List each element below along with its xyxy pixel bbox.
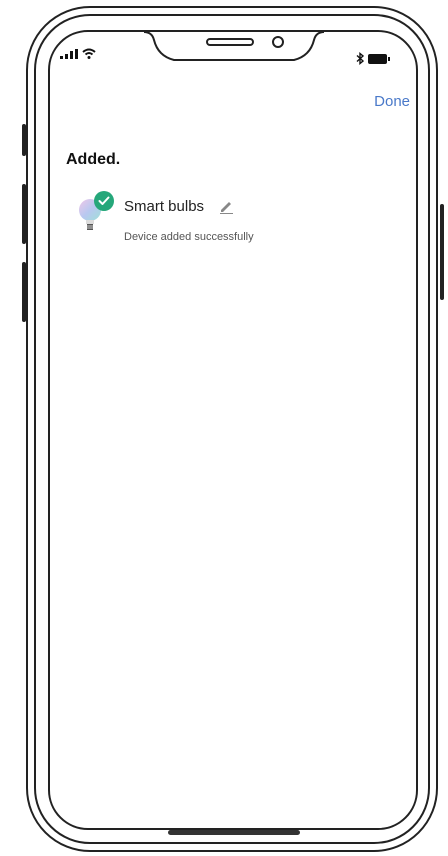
section-title: Added.: [66, 151, 121, 168]
front-camera: [272, 36, 284, 48]
signal-icon: [60, 49, 78, 59]
screen: [48, 30, 418, 830]
notch: [144, 31, 324, 61]
power-button: [440, 204, 444, 300]
device-status-text: Device added successfully: [124, 231, 254, 243]
done-button[interactable]: Done: [374, 93, 410, 110]
speaker: [206, 38, 254, 46]
battery-icon: [368, 53, 390, 64]
home-indicator[interactable]: [168, 830, 300, 835]
wifi-icon: [82, 48, 96, 59]
volume-up-button: [22, 184, 26, 244]
device-name: Smart bulbs: [124, 198, 205, 215]
status-bar-left: [60, 48, 96, 59]
edit-pencil-icon[interactable]: [218, 198, 234, 214]
bluetooth-icon: [356, 52, 364, 65]
device-list-item[interactable]: Smart bulbs Device added successfully: [78, 190, 378, 250]
mute-switch: [22, 124, 26, 156]
volume-down-button: [22, 262, 26, 322]
status-bar-right: [356, 52, 390, 65]
phone-mockup: Done Added. Smart bulbs Device added suc…: [0, 0, 448, 856]
check-icon: [98, 196, 110, 205]
check-badge: [94, 191, 114, 211]
